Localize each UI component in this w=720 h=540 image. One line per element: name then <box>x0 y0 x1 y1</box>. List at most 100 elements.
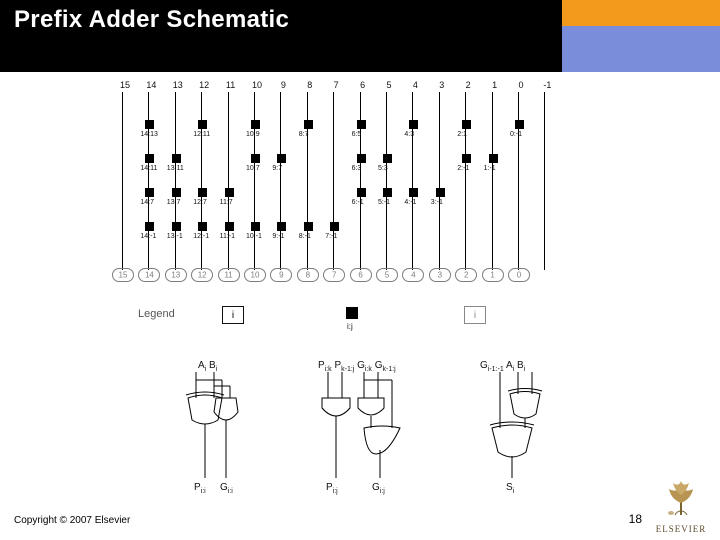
output-node: 7 <box>323 268 345 282</box>
prefix-cell-label: 0:-1 <box>510 131 522 138</box>
prefix-cell-icon <box>357 188 366 197</box>
prefix-cell-icon <box>198 188 207 197</box>
prefix-cell-icon <box>409 120 418 129</box>
header-orange-accent <box>562 0 720 26</box>
column-wire <box>228 92 229 270</box>
output-node-label: 7 <box>332 271 336 280</box>
prefix-cell-icon <box>172 154 181 163</box>
publisher-logo: ELSEVIER <box>650 475 712 534</box>
prefix-cell-label: 3:-1 <box>431 199 443 206</box>
gate1-g-label: Gi:i <box>220 482 233 495</box>
prefix-cell-label: 14:7 <box>140 199 154 206</box>
prefix-cell-label: 14:13 <box>140 131 158 138</box>
output-node: 11 <box>218 268 240 282</box>
prefix-cell-icon <box>145 120 154 129</box>
column-wire <box>333 92 334 270</box>
output-node-label: 2 <box>464 271 468 280</box>
output-node: 13 <box>165 268 187 282</box>
prefix-cell-icon <box>198 120 207 129</box>
column-wire <box>439 92 440 270</box>
column-label: 13 <box>167 80 189 90</box>
prefix-cell-label: 8:-1 <box>299 233 311 240</box>
prefix-cell-label: 12:7 <box>193 199 207 206</box>
prefix-cell-icon <box>462 154 471 163</box>
prefix-cell-label: 8:7 <box>299 131 309 138</box>
output-node-label: 4 <box>411 271 415 280</box>
prefix-cell-icon <box>277 222 286 231</box>
column-wire <box>148 92 149 270</box>
output-node: 1 <box>482 268 504 282</box>
output-node: 14 <box>138 268 160 282</box>
output-node: 12 <box>191 268 213 282</box>
prefix-cell-label: 13:-1 <box>167 233 183 240</box>
column-label: 8 <box>299 80 321 90</box>
prefix-cell-label: 4:3 <box>404 131 414 138</box>
elsevier-tree-icon <box>657 475 705 517</box>
prefix-cell-icon <box>198 222 207 231</box>
prefix-cell-icon <box>172 222 181 231</box>
column-label: 3 <box>431 80 453 90</box>
legend-output-box: i <box>464 306 486 324</box>
output-node-label: 14 <box>145 271 154 280</box>
prefix-cell-icon <box>462 120 471 129</box>
column-wire <box>412 92 413 270</box>
prefix-cell-label: 6:-1 <box>352 199 364 206</box>
gate2-g-label: Gi:j <box>372 482 385 495</box>
column-label: 14 <box>140 80 162 90</box>
prefix-cell-label: 6:5 <box>352 131 362 138</box>
prefix-cell-icon <box>357 120 366 129</box>
column-wire <box>544 92 545 270</box>
gate-schematics: Ai Bi Pi:i Gi:i Pi:k Pk-1:j Gi:k Gk-1:j … <box>160 358 580 498</box>
output-node-label: 12 <box>198 271 207 280</box>
prefix-cell-icon <box>304 120 313 129</box>
prefix-cell-icon <box>225 188 234 197</box>
prefix-cell-icon <box>409 188 418 197</box>
page-title: Prefix Adder Schematic <box>14 6 289 34</box>
column-label: 1 <box>484 80 506 90</box>
prefix-cell-label: 9:-1 <box>272 233 284 240</box>
prefix-cell-label: 2:-1 <box>457 165 469 172</box>
prefix-cell-icon <box>145 222 154 231</box>
copyright-text: Copyright © 2007 Elsevier <box>14 515 130 526</box>
prefix-cell-label: 13:7 <box>167 199 181 206</box>
prefix-cell-icon <box>145 188 154 197</box>
prefix-cell-label: 11:7 <box>220 199 233 206</box>
output-node-label: 11 <box>224 271 232 280</box>
legend-word: Legend <box>138 308 175 320</box>
output-node-label: 15 <box>119 271 128 280</box>
publisher-brand: ELSEVIER <box>650 524 712 534</box>
column-label: 12 <box>193 80 215 90</box>
prefix-cell-icon <box>251 154 260 163</box>
prefix-cell-label: 10:9 <box>246 131 260 138</box>
prefix-cell-icon <box>330 222 339 231</box>
prefix-cell-label: 13:11 <box>167 165 184 172</box>
prefix-tree-diagram: 1514131211109876543210-114:1312:1110:98:… <box>118 92 572 290</box>
output-node-label: 3 <box>438 271 442 280</box>
column-wire <box>518 92 519 270</box>
prefix-cell-icon <box>383 188 392 197</box>
prefix-cell-label: 6:3 <box>352 165 362 172</box>
page-number: 18 <box>629 512 642 526</box>
prefix-cell-icon <box>383 154 392 163</box>
output-node: 8 <box>297 268 319 282</box>
column-label: 5 <box>378 80 400 90</box>
legend-cell-label: i:j <box>347 322 353 331</box>
prefix-cell-icon <box>145 154 154 163</box>
column-label: 2 <box>457 80 479 90</box>
prefix-cell-label: 5:-1 <box>378 199 390 206</box>
prefix-cell-label: 9:7 <box>272 165 282 172</box>
prefix-cell-label: 14:-1 <box>140 233 156 240</box>
column-wire <box>307 92 308 270</box>
column-wire <box>254 92 255 270</box>
prefix-cell-icon <box>251 222 260 231</box>
gate1-p-label: Pi:i <box>194 482 206 495</box>
column-label: 10 <box>246 80 268 90</box>
output-node: 10 <box>244 268 266 282</box>
output-node-label: 6 <box>358 271 362 280</box>
output-node-label: 9 <box>279 271 283 280</box>
prefix-cell-label: 11:-1 <box>220 233 235 240</box>
prefix-cell-icon <box>225 222 234 231</box>
output-node: 5 <box>376 268 398 282</box>
prefix-cell-label: 2:1 <box>457 131 467 138</box>
column-label: 0 <box>510 80 532 90</box>
